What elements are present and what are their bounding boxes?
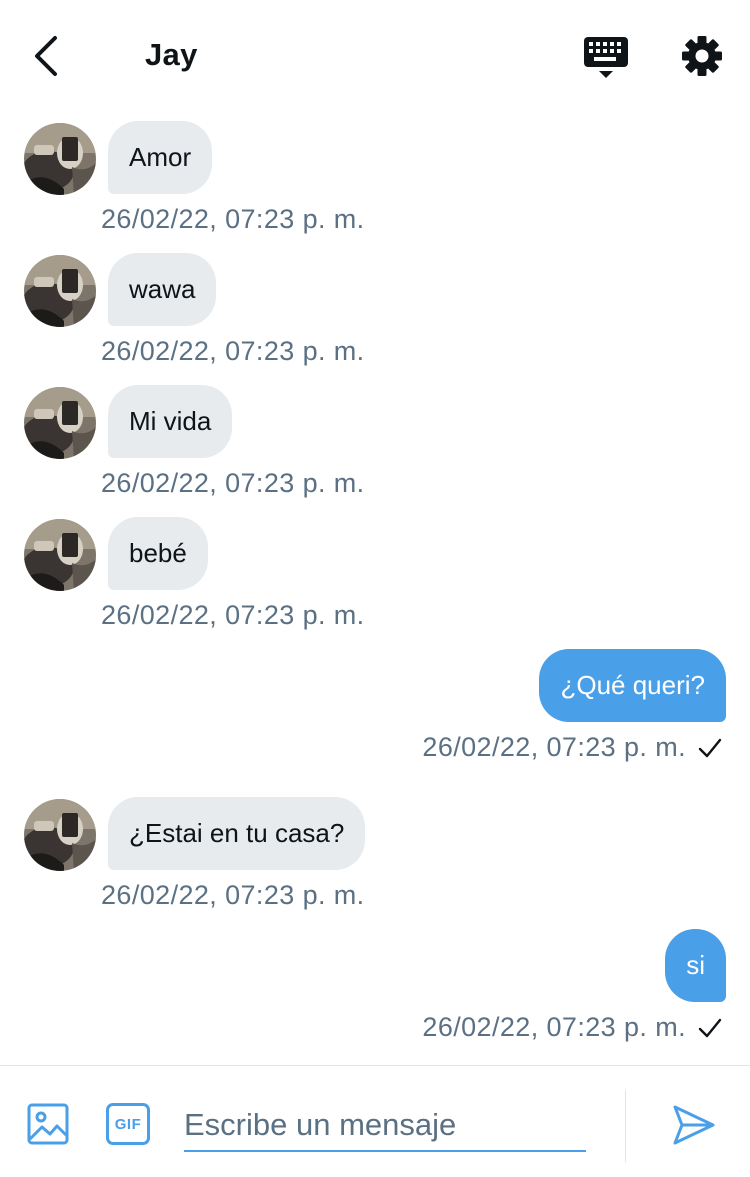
message-timestamp: 26/02/22, 07:23 p. m. bbox=[101, 204, 365, 234]
gif-button[interactable]: GIF bbox=[106, 1103, 150, 1145]
settings-button[interactable] bbox=[680, 34, 724, 78]
check-icon bbox=[698, 1018, 722, 1038]
add-image-button[interactable] bbox=[26, 1102, 70, 1146]
back-button[interactable] bbox=[26, 34, 66, 78]
message-composer: GIF bbox=[0, 1065, 750, 1177]
message-bubble[interactable]: bebé bbox=[108, 517, 208, 590]
gear-icon bbox=[682, 36, 722, 76]
avatar[interactable] bbox=[24, 519, 96, 591]
message-bubble[interactable]: ¿Qué queri? bbox=[539, 649, 726, 722]
message-bubble[interactable]: ¿Estai en tu casa? bbox=[108, 797, 366, 870]
gif-label: GIF bbox=[114, 1115, 142, 1133]
send-button[interactable] bbox=[672, 1104, 716, 1146]
message-bubble[interactable]: si bbox=[665, 929, 726, 1002]
keyboard-button[interactable] bbox=[582, 34, 630, 80]
message-input[interactable] bbox=[184, 1100, 586, 1152]
message-timestamp: 26/02/22, 07:23 p. m. bbox=[101, 468, 365, 498]
send-icon bbox=[673, 1105, 715, 1145]
keyboard-icon bbox=[584, 37, 628, 78]
message-bubble[interactable]: Amor bbox=[108, 121, 213, 194]
chat-header: Jay bbox=[0, 0, 750, 110]
check-icon bbox=[698, 738, 722, 758]
avatar[interactable] bbox=[24, 123, 96, 195]
message-timestamp: 26/02/22, 07:23 p. m. bbox=[422, 732, 686, 762]
avatar[interactable] bbox=[24, 387, 96, 459]
message-timestamp: 26/02/22, 07:23 p. m. bbox=[101, 880, 365, 910]
message-timestamp: 26/02/22, 07:23 p. m. bbox=[422, 1012, 686, 1042]
chevron-left-icon bbox=[35, 36, 57, 76]
image-icon bbox=[27, 1103, 69, 1145]
avatar[interactable] bbox=[24, 255, 96, 327]
message-timestamp: 26/02/22, 07:23 p. m. bbox=[101, 336, 365, 366]
message-thread[interactable]: Amor 26/02/22, 07:23 p. m. wawa 26/02/22… bbox=[0, 110, 750, 1065]
avatar[interactable] bbox=[24, 799, 96, 871]
message-timestamp: 26/02/22, 07:23 p. m. bbox=[101, 600, 365, 630]
message-bubble[interactable]: Mi vida bbox=[108, 385, 233, 458]
message-bubble[interactable]: wawa bbox=[108, 253, 217, 326]
chat-title: Jay bbox=[145, 37, 198, 72]
divider bbox=[625, 1090, 626, 1162]
